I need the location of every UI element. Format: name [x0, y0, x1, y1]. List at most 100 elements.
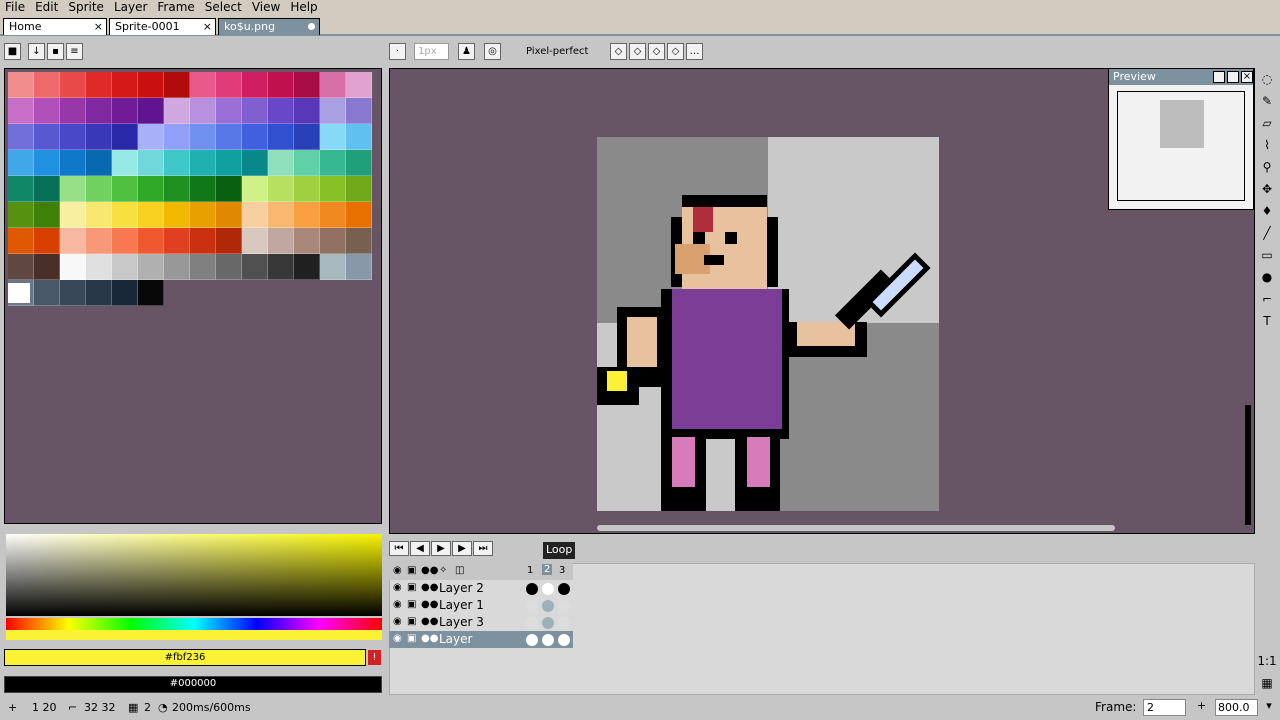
palette-swatch[interactable] [86, 228, 112, 254]
palette-swatch[interactable] [112, 150, 138, 176]
cel-empty[interactable] [542, 600, 554, 612]
tab-close-icon[interactable]: × [94, 19, 103, 34]
continuous-icon[interactable]: ●● [421, 599, 438, 610]
more-options-icon[interactable]: … [686, 43, 703, 60]
palette-swatch[interactable] [268, 228, 294, 254]
palette-swatch[interactable] [268, 202, 294, 228]
layer-name[interactable]: Layer 2 [439, 581, 484, 595]
menu-help[interactable]: Help [285, 0, 322, 16]
menu-layer[interactable]: Layer [109, 0, 152, 16]
palette-swatch[interactable] [242, 150, 268, 176]
palette-swatch[interactable] [60, 254, 86, 280]
pixel-perfect-label[interactable]: Pixel-perfect [526, 46, 588, 57]
first-frame-icon[interactable]: ⏮ [389, 541, 409, 556]
palette-swatch[interactable] [268, 72, 294, 98]
palette-swatch[interactable] [320, 254, 346, 280]
palette-swatch[interactable] [216, 98, 242, 124]
palette-swatch[interactable] [8, 176, 34, 202]
palette-swatch[interactable] [138, 150, 164, 176]
rectangle-icon[interactable]: ▭ [1258, 246, 1276, 264]
layer-name[interactable]: Layer 1 [439, 598, 484, 612]
lock-icon[interactable]: ▣ [407, 582, 416, 593]
palette-swatch[interactable] [242, 176, 268, 202]
continuous-icon[interactable]: ●● [421, 582, 438, 593]
add-frame-icon[interactable]: + [1194, 699, 1209, 716]
palette-swatch[interactable] [34, 280, 60, 306]
blur-icon[interactable]: ● [1258, 268, 1276, 286]
close-icon[interactable]: × [1241, 71, 1253, 83]
palette-swatch[interactable] [138, 254, 164, 280]
palette-swatch[interactable] [346, 98, 372, 124]
alpha-slider[interactable] [6, 630, 382, 640]
palette-swatch[interactable] [60, 72, 86, 98]
cel-empty[interactable] [526, 617, 538, 629]
palette-swatch[interactable] [164, 176, 190, 202]
palette-swatch[interactable] [60, 124, 86, 150]
palette-swatch[interactable] [242, 202, 268, 228]
palette-swatch[interactable] [8, 254, 34, 280]
palette-swatch[interactable] [294, 202, 320, 228]
background-color-field[interactable]: #000000 [4, 676, 382, 693]
palette-swatch[interactable] [346, 150, 372, 176]
lock-header-icon[interactable]: ▣ [407, 565, 416, 576]
layer-name[interactable]: Layer [439, 632, 472, 646]
palette-swatch[interactable] [164, 254, 190, 280]
palette-swatch[interactable] [294, 228, 320, 254]
palette-swatch[interactable] [60, 202, 86, 228]
cel-empty[interactable] [558, 634, 570, 646]
palette-swatch[interactable] [216, 150, 242, 176]
layer-row[interactable]: ◉ ▣ ●● Layer 3 [389, 614, 573, 631]
cel-empty[interactable] [526, 600, 538, 612]
palette-swatch[interactable] [320, 124, 346, 150]
palette-swatch[interactable] [86, 202, 112, 228]
palette-swatch[interactable] [164, 202, 190, 228]
frame-input[interactable]: 2 [1143, 699, 1186, 716]
palette-swatch[interactable] [346, 202, 372, 228]
last-frame-icon[interactable]: ⏭ [473, 541, 493, 556]
option-1-icon[interactable]: ◇ [610, 43, 627, 60]
frame-header-3[interactable]: 3 [559, 565, 565, 576]
cel-filled[interactable] [526, 583, 538, 595]
layer-name[interactable]: Layer 3 [439, 615, 484, 629]
hue-slider[interactable] [6, 618, 382, 630]
palette-swatch[interactable] [8, 72, 34, 98]
palette-swatch[interactable] [34, 254, 60, 280]
brush-icon[interactable]: ⌐ [1258, 290, 1276, 308]
saturation-value-picker[interactable] [6, 534, 382, 616]
line-icon[interactable]: ╱ [1258, 224, 1276, 242]
text-icon[interactable]: T [1258, 312, 1276, 330]
palette-swatch[interactable] [268, 176, 294, 202]
palette-swatch[interactable] [294, 254, 320, 280]
palette-swatch[interactable] [34, 228, 60, 254]
brush-type-icon[interactable]: · [389, 43, 406, 60]
prev-frame-icon[interactable]: ◀ [410, 541, 430, 556]
palette-swatch[interactable] [190, 98, 216, 124]
palette-swatch[interactable] [60, 150, 86, 176]
palette-swatch[interactable] [268, 124, 294, 150]
palette-swatch[interactable] [242, 72, 268, 98]
palette-swatch[interactable] [112, 202, 138, 228]
option-3-icon[interactable]: ◇ [648, 43, 665, 60]
preview-window[interactable]: Preview × [1108, 68, 1254, 210]
palette-swatch[interactable] [86, 176, 112, 202]
palette-swatch[interactable] [320, 176, 346, 202]
eye-icon[interactable]: ◉ [393, 582, 402, 593]
brush-size-input[interactable]: 1px [414, 43, 449, 60]
palette-swatch[interactable] [164, 98, 190, 124]
palette-swatch[interactable] [138, 124, 164, 150]
palette-swatch[interactable] [268, 98, 294, 124]
palette-swatch-white[interactable] [8, 283, 30, 303]
palette-swatch[interactable] [242, 254, 268, 280]
menu-view[interactable]: View [247, 0, 285, 16]
palette-swatch[interactable] [346, 124, 372, 150]
palette-swatch[interactable] [138, 280, 164, 306]
palette-swatch[interactable] [34, 98, 60, 124]
cel-empty[interactable] [542, 583, 554, 595]
palette-swatch[interactable] [86, 280, 112, 306]
palette-swatch[interactable] [190, 202, 216, 228]
palette-swatch[interactable] [138, 98, 164, 124]
palette-swatch[interactable] [190, 72, 216, 98]
palette-swatch[interactable] [138, 72, 164, 98]
continuous-header-icon[interactable]: ●● [421, 565, 438, 576]
palette-swatch[interactable] [164, 228, 190, 254]
